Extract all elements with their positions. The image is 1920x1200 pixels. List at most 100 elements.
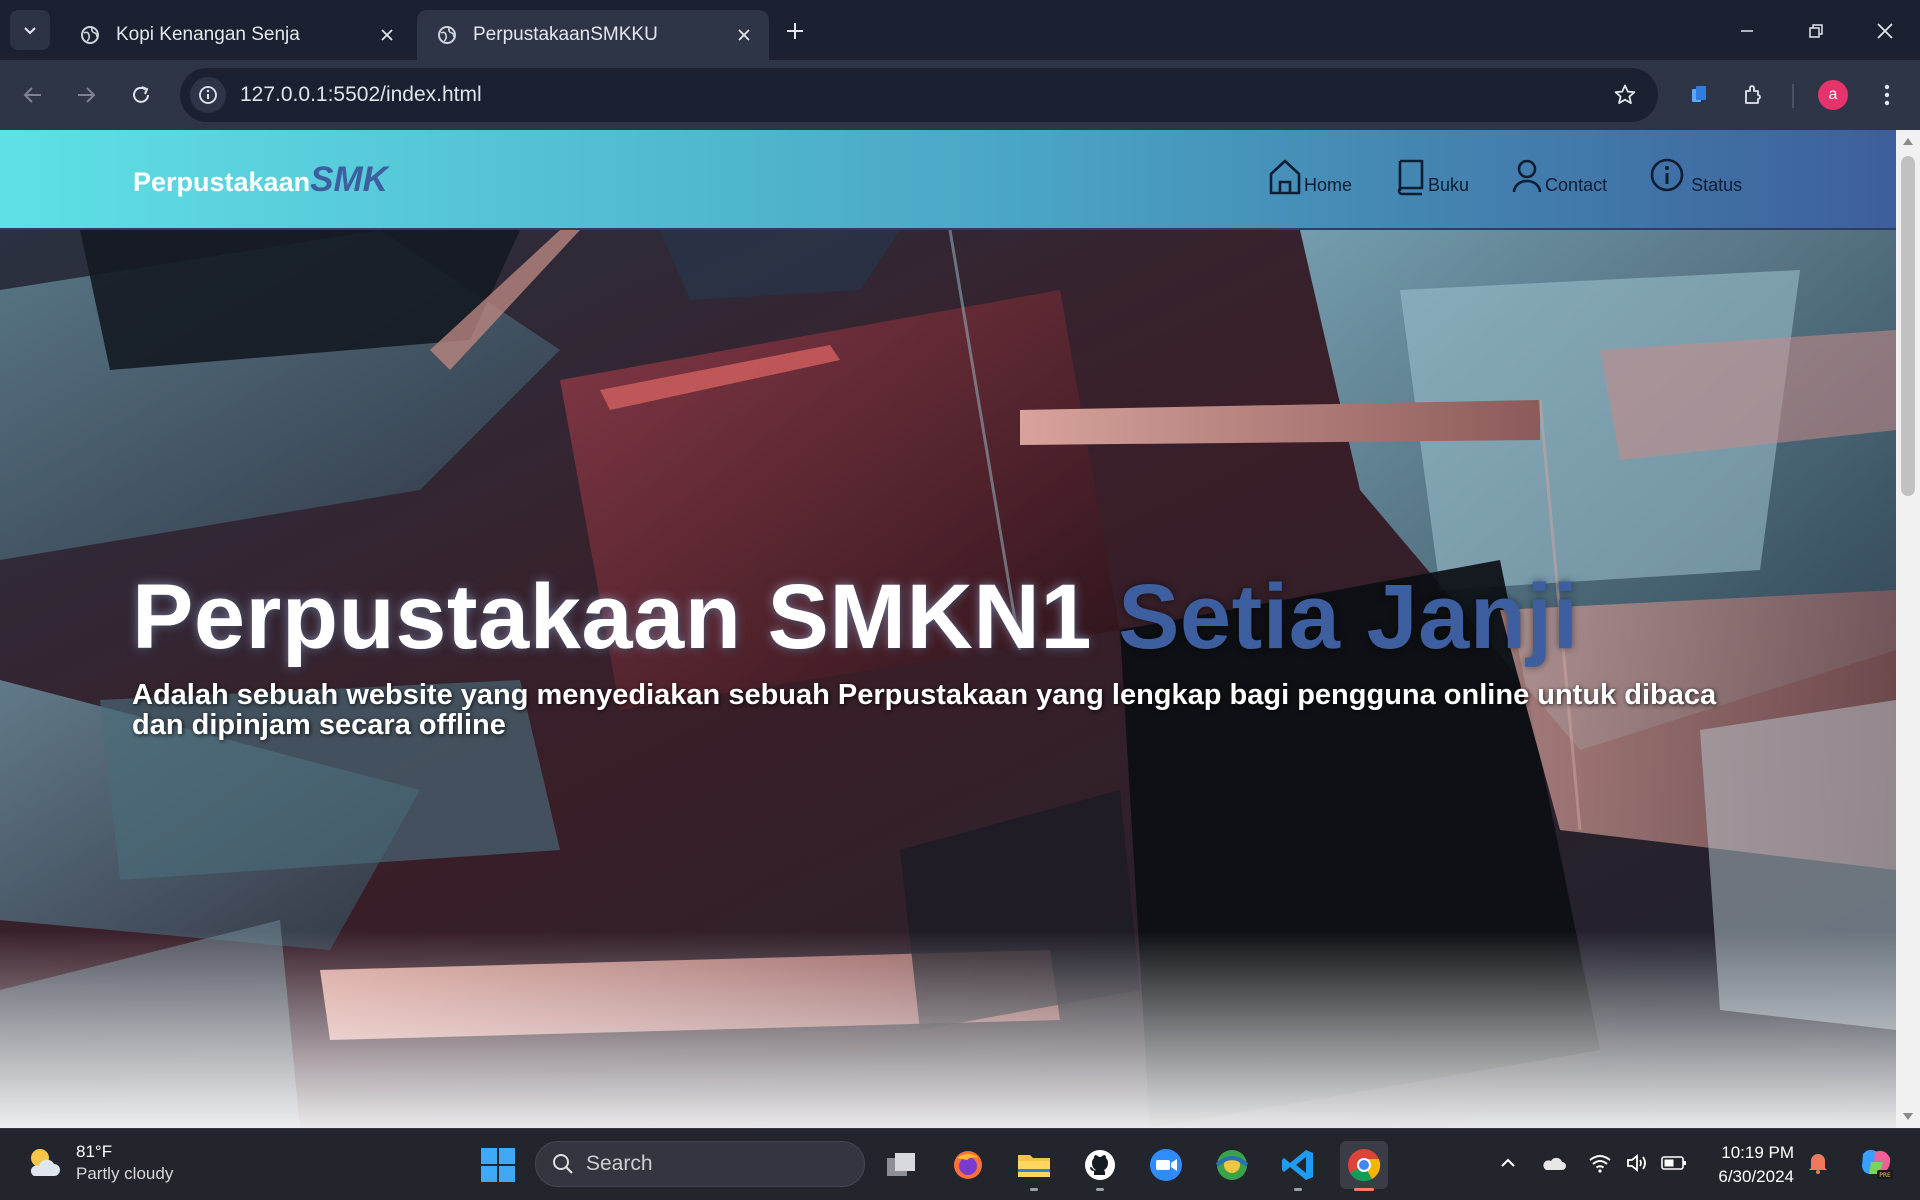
scroll-up-arrow-icon[interactable] [1903,138,1913,145]
reading-mode-icon[interactable] [1682,78,1716,112]
logo-main-text: Perpustakaan [133,167,311,197]
arrow-left-icon [23,87,41,103]
folder-icon [1018,1155,1050,1177]
tab-title: PerpustakaanSMKKU [473,24,658,45]
windows-icon [481,1148,515,1182]
globe-icon [435,23,459,47]
taskbar-vscode[interactable] [1274,1141,1322,1191]
toolbar-divider [1792,84,1794,108]
chevron-down-icon [24,27,36,35]
taskbar-github[interactable] [1076,1141,1124,1191]
url-text[interactable]: 127.0.0.1:5502/index.html [240,83,482,107]
metatrader-icon [1215,1150,1249,1180]
hero-section: Perpustakaan SMKN1 Setia Janji Adalah se… [0,230,1896,1128]
close-tab-icon[interactable] [376,24,398,46]
nav-link-label: Home [1304,175,1353,195]
partly-cloudy-icon [30,1149,60,1176]
back-button[interactable] [14,76,52,114]
wifi-icon[interactable] [1586,1149,1614,1177]
taskbar-zoom[interactable] [1142,1141,1190,1189]
zoom-icon [1150,1149,1182,1181]
nav-link-home[interactable]: Home [1268,152,1352,196]
profile-avatar[interactable]: a [1818,80,1848,110]
firefox-icon [954,1151,982,1179]
tab-title: Kopi Kenangan Senja [116,24,300,45]
running-indicator [1030,1188,1038,1191]
arrow-right-icon [78,87,96,103]
nav-link-label: Status [1691,175,1743,195]
nav-link-status[interactable]: Status [1649,152,1742,196]
volume-icon[interactable] [1624,1149,1652,1177]
vscode-icon [1282,1150,1313,1180]
scroll-down-arrow-icon[interactable] [1903,1113,1913,1120]
nav-link-label: Buku [1428,175,1470,195]
tab-search-button[interactable] [10,10,50,50]
close-tab-icon[interactable] [733,24,755,46]
search-icon [553,1154,573,1174]
info-icon [1650,158,1684,192]
restore-button[interactable] [1799,14,1833,48]
hero-title-accent: Setia Janji [1118,566,1579,668]
globe-icon [78,23,102,47]
minimize-button[interactable] [1730,14,1764,48]
site-header: PerpustakaanSMK Home Buku Contact Status [0,130,1896,230]
taskbar-chrome[interactable] [1340,1141,1388,1191]
weather-temperature: 81°F [76,1142,113,1161]
task-view-icon [887,1153,915,1176]
site-info-icon[interactable] [190,77,226,113]
taskbar-file-explorer[interactable] [1010,1141,1058,1191]
nav-link-buku[interactable]: Buku [1394,152,1469,196]
book-icon [1397,159,1424,196]
taskbar-firefox[interactable] [944,1141,992,1189]
system-clock[interactable]: 10:19 PM 6/30/2024 [1710,1141,1794,1189]
page-scrollbar[interactable] [1896,130,1920,1128]
nav-link-contact[interactable]: Contact [1511,152,1607,196]
home-icon [1269,159,1301,195]
github-icon [1085,1150,1115,1180]
reload-button[interactable] [122,76,160,114]
site-logo[interactable]: PerpustakaanSMK [133,160,388,200]
tab-strip: Kopi Kenangan Senja PerpustakaanSMKKU [0,0,1920,60]
taskbar-metatrader[interactable] [1208,1141,1256,1189]
weather-condition: Partly cloudy [76,1164,174,1183]
new-tab-button[interactable] [780,16,810,46]
start-button[interactable] [478,1145,518,1185]
copilot-icon[interactable]: PRE [1856,1143,1896,1183]
plus-icon [787,23,803,39]
close-window-button[interactable] [1868,14,1902,48]
notification-bell-icon[interactable] [1804,1149,1832,1177]
hero-title: Perpustakaan SMKN1 Setia Janji [132,565,1579,670]
forward-button[interactable] [67,76,105,114]
more-menu-icon[interactable] [1870,78,1904,112]
address-bar[interactable]: 127.0.0.1:5502/index.html [180,68,1658,122]
chrome-icon [1348,1149,1381,1182]
close-icon [1877,23,1893,39]
taskbar-search[interactable]: Search [535,1141,865,1187]
restore-icon [1809,24,1823,38]
bookmark-star-icon[interactable] [1610,80,1640,110]
running-indicator [1294,1188,1302,1191]
clock-time: 10:19 PM [1721,1143,1794,1162]
task-view-button[interactable] [878,1141,926,1189]
browser-toolbar: 127.0.0.1:5502/index.html a [0,60,1920,130]
minimize-icon [1741,30,1753,32]
battery-icon[interactable] [1660,1149,1688,1177]
user-icon [1512,159,1542,193]
extensions-icon[interactable] [1736,78,1770,112]
svg-text:PRE: PRE [1879,1172,1891,1179]
logo-accent-text: SMK [310,160,388,199]
clock-date: 6/30/2024 [1718,1167,1794,1186]
onedrive-cloud-icon[interactable] [1540,1149,1568,1177]
hero-description: Adalah sebuah website yang menyediakan s… [132,679,1717,741]
page-viewport: PerpustakaanSMK Home Buku Contact Status [0,130,1896,1128]
weather-widget[interactable]: 81°F Partly cloudy [24,1141,173,1185]
tab-perpustakaan[interactable]: PerpustakaanSMKKU [417,10,769,60]
tab-kopi-kenangan[interactable]: Kopi Kenangan Senja [60,10,412,60]
running-indicator [1354,1188,1374,1191]
site-nav-menu: Home Buku Contact Status [1268,152,1784,196]
reload-icon [133,86,149,103]
search-placeholder: Search [586,1152,653,1175]
taskbar: 81°F Partly cloudy Search 10:19 PM 6/30/… [0,1128,1920,1200]
scrollbar-thumb[interactable] [1901,156,1915,496]
show-hidden-icons-chevron-icon[interactable] [1494,1149,1522,1177]
